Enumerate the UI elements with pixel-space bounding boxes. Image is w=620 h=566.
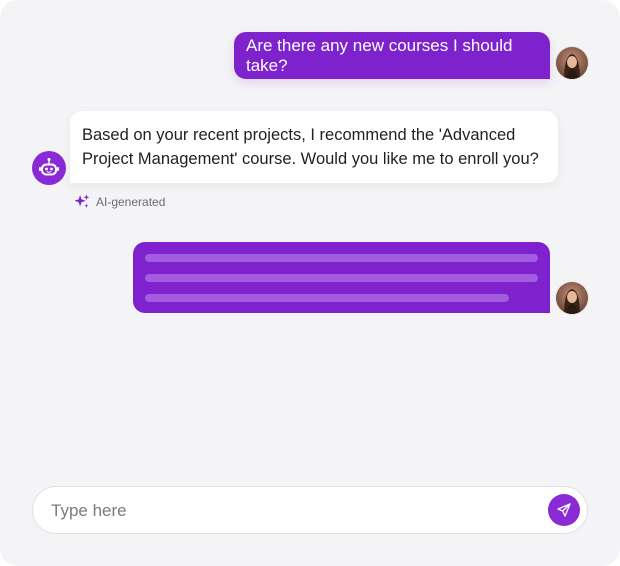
user-avatar (556, 47, 588, 79)
message-input[interactable] (49, 487, 533, 535)
robot-icon (39, 158, 59, 176)
user-avatar (556, 282, 588, 314)
skeleton-line (145, 274, 538, 282)
assistant-message-text: Based on your recent projects, I recomme… (82, 126, 539, 168)
user-message-text: Are there any new courses I should take? (246, 35, 513, 75)
sparkle-icon (74, 194, 90, 208)
send-icon (557, 503, 571, 517)
ai-generated-tag: AI-generated (73, 193, 165, 210)
message-composer (32, 486, 588, 535)
user-portrait-icon (556, 47, 588, 79)
ai-generated-label: AI-generated (96, 194, 166, 209)
assistant-avatar (32, 151, 66, 185)
assistant-message-bubble: Based on your recent projects, I recomme… (70, 111, 558, 183)
user-message-loading (133, 242, 550, 313)
user-message-bubble: Are there any new courses I should take? (234, 32, 550, 79)
user-portrait-icon (556, 282, 588, 314)
send-button[interactable] (548, 494, 580, 526)
chat-window: Are there any new courses I should take? (0, 0, 620, 566)
skeleton-line (145, 254, 538, 262)
skeleton-line (145, 294, 509, 302)
